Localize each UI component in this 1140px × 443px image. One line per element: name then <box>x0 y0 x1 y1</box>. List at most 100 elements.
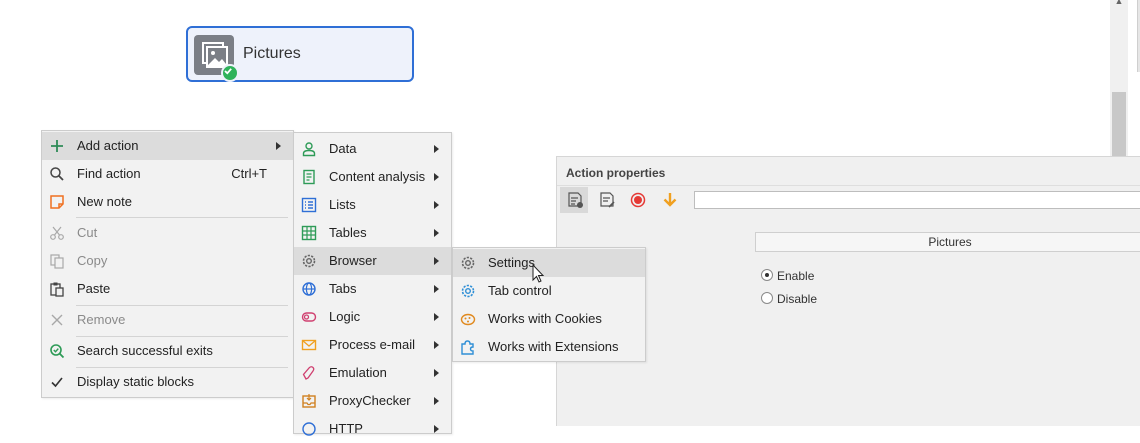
menu-item-find-action[interactable]: Find action Ctrl+T <box>42 160 293 188</box>
edit-doc-icon <box>600 192 615 208</box>
submenu-item-tabs[interactable]: Tabs <box>294 275 451 303</box>
menu-item-label: Settings <box>488 255 535 270</box>
submenu-item-lists[interactable]: Lists <box>294 191 451 219</box>
menu-item-label: Remove <box>77 312 126 327</box>
enable-label[interactable]: Enable <box>777 269 814 283</box>
menu-item-label: Cut <box>77 225 98 240</box>
submenu-item-content-analysis[interactable]: Content analysis <box>294 163 451 191</box>
divider <box>557 185 1140 186</box>
menu-item-label: ProxyChecker <box>329 393 411 408</box>
menu-item-label: Process e-mail <box>329 337 415 352</box>
submenu-arrow-icon <box>434 369 439 377</box>
menu-item-label: Logic <box>329 309 361 324</box>
menu-item-label: HTTP <box>329 421 363 436</box>
menu-item-label: Lists <box>329 197 356 212</box>
scroll-up-arrow-icon[interactable]: ▲ <box>1113 0 1125 6</box>
submenu-arrow-icon <box>434 341 439 349</box>
cookie-icon <box>460 313 476 326</box>
menu-item-add-action[interactable]: Add action <box>42 132 293 160</box>
menu-item-label: Paste <box>77 281 111 296</box>
menu-item-search-successful-exits[interactable]: Search successful exits <box>42 337 293 365</box>
move-down-button[interactable] <box>656 187 684 213</box>
context-menu: Add action Find action Ctrl+T New note C… <box>41 130 294 398</box>
menu-item-label: Browser <box>329 253 377 268</box>
action-name-input[interactable] <box>694 191 1140 209</box>
record-icon <box>630 192 646 208</box>
menu-item-copy[interactable]: Copy <box>42 247 293 275</box>
checkmark-icon <box>51 377 63 388</box>
submenu-item-browser[interactable]: Browser <box>294 247 451 275</box>
menu-item-label: Content analysis <box>329 169 426 184</box>
submenu-arrow-icon <box>434 257 439 265</box>
submenu-arrow-icon <box>434 397 439 405</box>
submenu-arrow-icon <box>434 145 439 153</box>
disable-radio[interactable] <box>761 292 773 304</box>
properties-list-icon <box>568 192 583 208</box>
menu-item-label: Works with Extensions <box>488 339 619 354</box>
menu-item-label: Search successful exits <box>77 343 213 358</box>
globe-icon <box>302 282 316 296</box>
submenu-item-proxychecker[interactable]: ProxyChecker <box>294 387 451 415</box>
menu-item-display-static-blocks[interactable]: Display static blocks <box>42 368 293 396</box>
search-success-icon <box>50 344 65 359</box>
submenu-item-http[interactable]: HTTP <box>294 415 451 443</box>
table-icon <box>301 225 317 241</box>
http-icon <box>302 422 316 436</box>
copy-icon <box>50 254 64 269</box>
menu-item-label: Emulation <box>329 365 387 380</box>
submenu-arrow-icon <box>276 142 281 150</box>
scissors-icon <box>50 226 64 240</box>
submenu-item-emulation[interactable]: Emulation <box>294 359 451 387</box>
menu-item-label: Works with Cookies <box>488 311 602 326</box>
menu-item-label: Find action <box>77 166 141 181</box>
puzzle-icon <box>461 340 474 355</box>
envelope-icon <box>301 339 317 351</box>
menu-item-paste[interactable]: Paste <box>42 275 293 303</box>
menu-item-label: Tabs <box>329 281 357 296</box>
browser-item-tab-control[interactable]: Tab control <box>453 277 645 305</box>
submenu-arrow-icon <box>434 285 439 293</box>
gear-icon <box>461 256 475 270</box>
person-icon <box>302 142 316 157</box>
node-title: Pictures <box>243 45 301 62</box>
finger-icon <box>302 366 315 380</box>
action-node-pictures[interactable]: Pictures <box>186 26 414 82</box>
menu-item-label: Add action <box>77 138 139 153</box>
menu-item-cut[interactable]: Cut <box>42 219 293 247</box>
success-check-icon <box>221 64 239 82</box>
submenu-item-process-email[interactable]: Process e-mail <box>294 331 451 359</box>
menu-divider <box>76 217 288 218</box>
mouse-cursor-icon <box>532 264 545 283</box>
properties-table-header: Pictures <box>755 232 1140 252</box>
proxy-inbox-icon <box>302 394 316 408</box>
edit-properties-button[interactable] <box>592 187 620 213</box>
canvas-scrollbar-thumb[interactable] <box>1112 92 1126 156</box>
record-button[interactable] <box>624 187 652 213</box>
plus-icon <box>51 140 63 152</box>
submenu-arrow-icon <box>434 313 439 321</box>
add-action-submenu: Data Content analysis Lists Tables Brows… <box>293 132 452 436</box>
submenu-arrow-icon <box>434 425 439 433</box>
menu-item-label: Tables <box>329 225 367 240</box>
note-icon <box>50 195 64 209</box>
browser-item-extensions[interactable]: Works with Extensions <box>453 333 645 361</box>
panel-title: Action properties <box>566 166 666 180</box>
paste-icon <box>50 282 64 297</box>
menu-item-remove[interactable]: Remove <box>42 306 293 334</box>
submenu-item-data[interactable]: Data <box>294 135 451 163</box>
toggle-icon <box>301 312 317 322</box>
menu-item-label: Display static blocks <box>77 374 195 389</box>
close-icon <box>51 314 63 326</box>
properties-view-button[interactable] <box>560 187 588 213</box>
enable-radio[interactable] <box>761 269 773 281</box>
gear-blue-icon <box>461 284 475 298</box>
document-icon <box>303 169 315 185</box>
disable-label[interactable]: Disable <box>777 292 817 306</box>
submenu-item-logic[interactable]: Logic <box>294 303 451 331</box>
browser-item-cookies[interactable]: Works with Cookies <box>453 305 645 333</box>
arrow-down-icon <box>663 193 677 207</box>
list-icon <box>301 197 317 213</box>
menu-item-new-note[interactable]: New note <box>42 188 293 216</box>
browser-item-settings[interactable]: Settings <box>453 249 645 277</box>
submenu-item-tables[interactable]: Tables <box>294 219 451 247</box>
